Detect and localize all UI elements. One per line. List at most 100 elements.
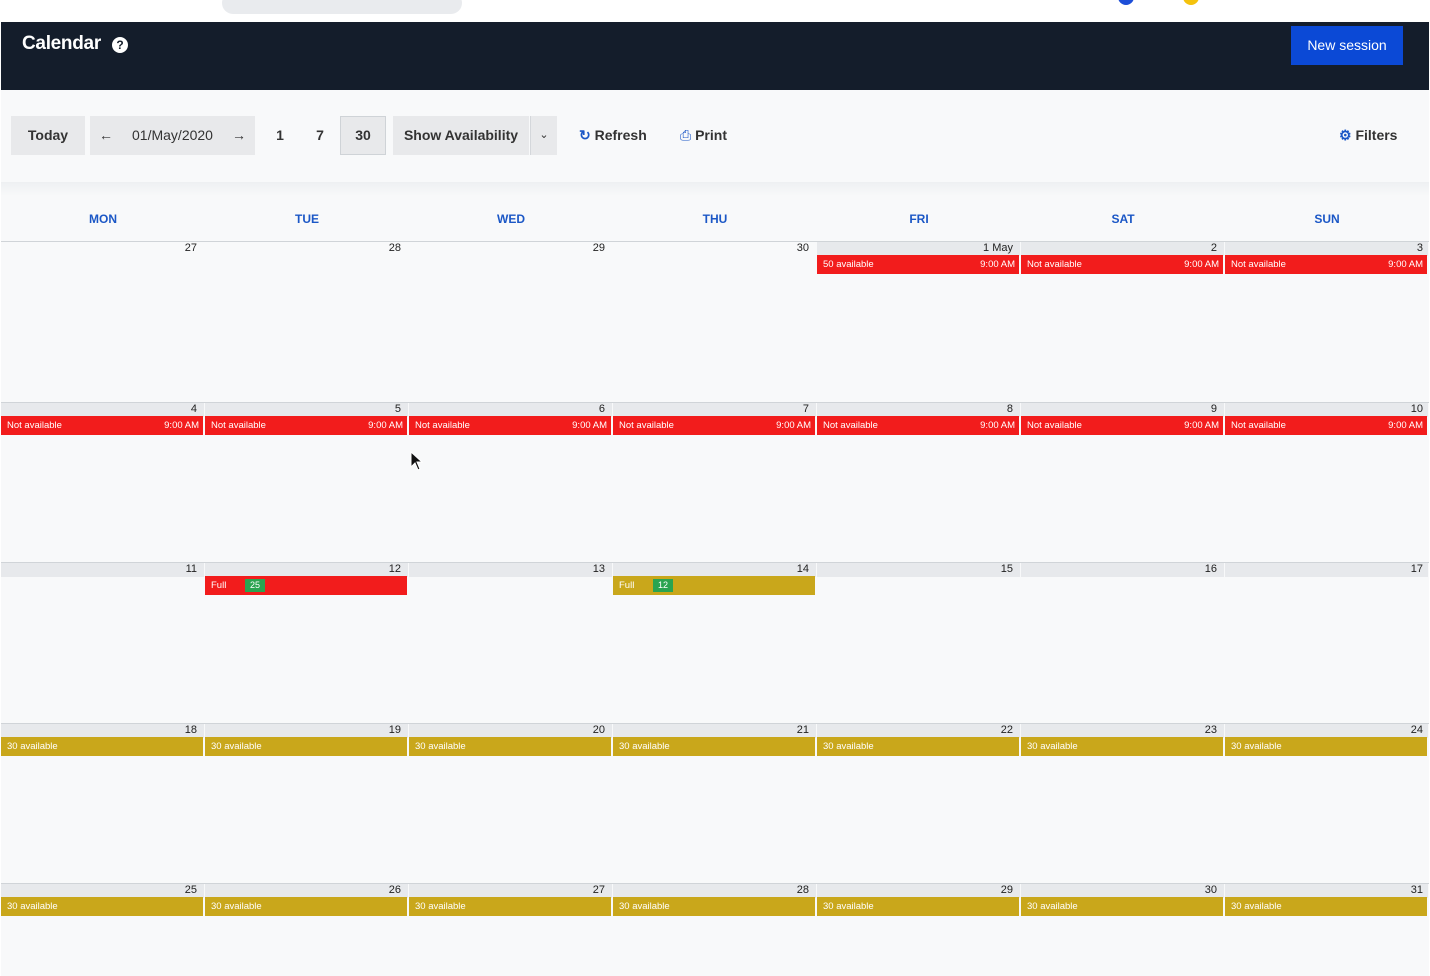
day-number[interactable]: 12 — [211, 563, 401, 575]
calendar-event[interactable]: Not available 9:00 AM — [613, 416, 815, 435]
day-number[interactable]: 24 — [1233, 724, 1423, 736]
calendar-event[interactable]: Not available 9:00 AM — [1021, 416, 1223, 435]
view-30-button[interactable]: 30 — [340, 116, 386, 155]
day-number[interactable]: 29 — [415, 242, 605, 254]
refresh-button[interactable]: ↻ Refresh — [579, 116, 657, 155]
refresh-label: Refresh — [594, 127, 647, 143]
calendar-event[interactable]: Not available 9:00 AM — [409, 416, 611, 435]
calendar-event[interactable]: 30 available — [1021, 737, 1223, 756]
gear-icon: ⚙ — [1339, 127, 1352, 143]
calendar-event[interactable]: 30 available — [1, 897, 203, 916]
chevron-down-icon[interactable]: ⌄ — [530, 116, 557, 155]
calendar-event[interactable]: 30 available — [613, 897, 815, 916]
date-field[interactable]: 01/May/2020 — [122, 116, 223, 155]
calendar-event[interactable]: 30 available — [1225, 737, 1427, 756]
global-search-input[interactable] — [222, 0, 462, 14]
day-number[interactable]: 28 — [619, 884, 809, 896]
print-button[interactable]: ⎙ Print — [680, 116, 740, 155]
calendar-event[interactable]: 30 available — [1225, 897, 1427, 916]
calendar-event[interactable]: Not available 9:00 AM — [205, 416, 407, 435]
day-number[interactable]: 30 — [619, 242, 809, 254]
calendar-event[interactable]: Full 12 — [613, 576, 815, 595]
page-title: Calendar — [22, 33, 101, 54]
day-number[interactable]: 23 — [1027, 724, 1217, 736]
day-number[interactable]: 17 — [1233, 563, 1423, 575]
help-icon[interactable]: ? — [112, 37, 128, 53]
day-number[interactable]: 6 — [415, 403, 605, 415]
day-number[interactable]: 9 — [1027, 403, 1217, 415]
prev-arrow-icon[interactable]: ← — [90, 116, 122, 155]
day-number[interactable]: 20 — [415, 724, 605, 736]
event-label: Not available — [823, 420, 878, 431]
calendar-event[interactable]: Not available 9:00 AM — [1, 416, 203, 435]
event-label: 30 available — [415, 741, 466, 752]
day-number[interactable]: 11 — [7, 563, 197, 575]
day-number[interactable]: 22 — [823, 724, 1013, 736]
globe-icon[interactable] — [1118, 0, 1134, 5]
calendar-event[interactable]: 30 available — [1021, 897, 1223, 916]
day-number[interactable]: 4 — [7, 403, 197, 415]
day-number[interactable]: 13 — [415, 563, 605, 575]
event-label: 30 available — [1231, 741, 1282, 752]
day-number[interactable]: 27 — [7, 242, 197, 254]
next-arrow-icon[interactable]: → — [223, 116, 255, 155]
day-number[interactable]: 1 May — [823, 242, 1013, 254]
calendar-event[interactable]: 30 available — [613, 737, 815, 756]
event-label: Not available — [211, 420, 266, 431]
event-label: Not available — [1231, 420, 1286, 431]
day-number[interactable]: 16 — [1027, 563, 1217, 575]
day-number[interactable]: 31 — [1233, 884, 1423, 896]
day-number[interactable]: 7 — [619, 403, 809, 415]
event-label: 30 available — [7, 741, 58, 752]
day-number[interactable]: 19 — [211, 724, 401, 736]
day-number[interactable]: 26 — [211, 884, 401, 896]
day-number[interactable]: 14 — [619, 563, 809, 575]
event-label: 30 available — [619, 741, 670, 752]
filters-button[interactable]: ⚙ Filters — [1339, 116, 1401, 155]
day-number[interactable]: 8 — [823, 403, 1013, 415]
day-number[interactable]: 28 — [211, 242, 401, 254]
show-availability-button[interactable]: Show Availability — [393, 116, 529, 155]
day-number[interactable]: 30 — [1027, 884, 1217, 896]
event-label: Not available — [1231, 259, 1286, 270]
calendar-header: Calendar ? New session — [1, 22, 1429, 90]
day-number[interactable]: 10 — [1233, 403, 1423, 415]
calendar-event[interactable]: 30 available — [205, 897, 407, 916]
event-time: 9:00 AM — [1388, 420, 1423, 431]
calendar-event[interactable]: 30 available — [409, 897, 611, 916]
event-label: Full — [619, 580, 635, 591]
day-number[interactable]: 18 — [7, 724, 197, 736]
calendar-event[interactable]: Not available 9:00 AM — [1225, 255, 1427, 274]
day-number[interactable]: 29 — [823, 884, 1013, 896]
day-number[interactable]: 25 — [7, 884, 197, 896]
calendar-event[interactable]: 50 available 9:00 AM — [817, 255, 1019, 274]
day-number[interactable]: 27 — [415, 884, 605, 896]
today-button[interactable]: Today — [11, 116, 85, 155]
calendar-event[interactable]: 30 available — [817, 737, 1019, 756]
calendar-toolbar: Today ← 01/May/2020 → 1 7 30 Show Availa… — [1, 90, 1429, 182]
day-number[interactable]: 21 — [619, 724, 809, 736]
calendar-event[interactable]: 30 available — [817, 897, 1019, 916]
notification-icon[interactable] — [1183, 0, 1199, 5]
event-count-badge: 12 — [653, 579, 674, 592]
calendar-event[interactable]: Full 25 — [205, 576, 407, 595]
new-session-button[interactable]: New session — [1291, 26, 1403, 65]
event-label: 30 available — [1231, 901, 1282, 912]
view-1-button[interactable]: 1 — [265, 116, 295, 155]
event-label: 30 available — [1027, 901, 1078, 912]
filters-label: Filters — [1355, 127, 1398, 143]
event-label: 30 available — [415, 901, 466, 912]
calendar-event[interactable]: Not available 9:00 AM — [1225, 416, 1427, 435]
view-7-button[interactable]: 7 — [305, 116, 335, 155]
calendar-event[interactable]: 30 available — [409, 737, 611, 756]
refresh-icon: ↻ — [579, 127, 591, 143]
calendar-event[interactable]: 30 available — [1, 737, 203, 756]
event-time: 9:00 AM — [1388, 259, 1423, 270]
calendar-event[interactable]: Not available 9:00 AM — [817, 416, 1019, 435]
day-number[interactable]: 3 — [1233, 242, 1423, 254]
calendar-event[interactable]: 30 available — [205, 737, 407, 756]
day-number[interactable]: 2 — [1027, 242, 1217, 254]
day-number[interactable]: 5 — [211, 403, 401, 415]
calendar-event[interactable]: Not available 9:00 AM — [1021, 255, 1223, 274]
day-number[interactable]: 15 — [823, 563, 1013, 575]
